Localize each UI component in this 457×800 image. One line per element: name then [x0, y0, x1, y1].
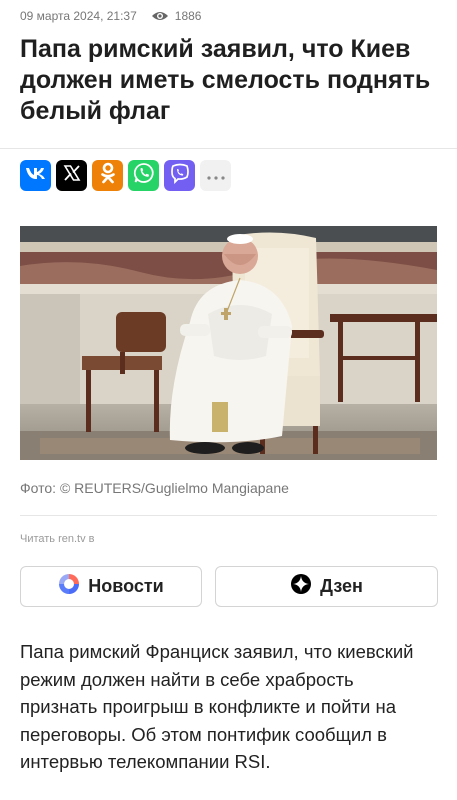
read-in-dzen-button[interactable]: Дзен — [215, 566, 438, 607]
dzen-label: Дзен — [320, 576, 363, 596]
read-on-label: Читать ren.tv в — [20, 533, 95, 545]
read-in-news-button[interactable]: Новости — [20, 566, 202, 607]
news-icon — [58, 573, 80, 600]
article-meta: 09 марта 2024, 21:37 1886 — [20, 9, 201, 23]
share-viber-button[interactable] — [164, 160, 195, 191]
share-ok-button[interactable] — [92, 160, 123, 191]
whatsapp-icon — [133, 162, 155, 189]
article-title: Папа римский заявил, что Киев должен име… — [20, 35, 431, 125]
divider — [20, 515, 437, 516]
article-photo — [20, 226, 437, 460]
more-icon — [206, 167, 225, 185]
viber-icon — [169, 162, 191, 189]
odnoklassniki-icon — [100, 162, 116, 189]
share-whatsapp-button[interactable] — [128, 160, 159, 191]
share-bar — [20, 160, 231, 191]
eye-icon — [151, 10, 169, 22]
share-vk-button[interactable] — [20, 160, 51, 191]
view-count: 1886 — [174, 9, 202, 23]
article-date: 09 марта 2024, 21:37 — [20, 9, 137, 23]
share-more-button[interactable] — [200, 160, 231, 191]
x-icon — [63, 164, 81, 187]
vk-icon — [25, 166, 47, 185]
share-x-button[interactable] — [56, 160, 87, 191]
news-label: Новости — [88, 576, 164, 596]
article-body: Папа римский Франциск заявил, что киевск… — [20, 641, 414, 772]
dzen-icon — [290, 573, 312, 600]
divider — [0, 148, 457, 149]
photo-caption: Фото: © REUTERS/Guglielmo Mangiapane — [20, 480, 289, 496]
